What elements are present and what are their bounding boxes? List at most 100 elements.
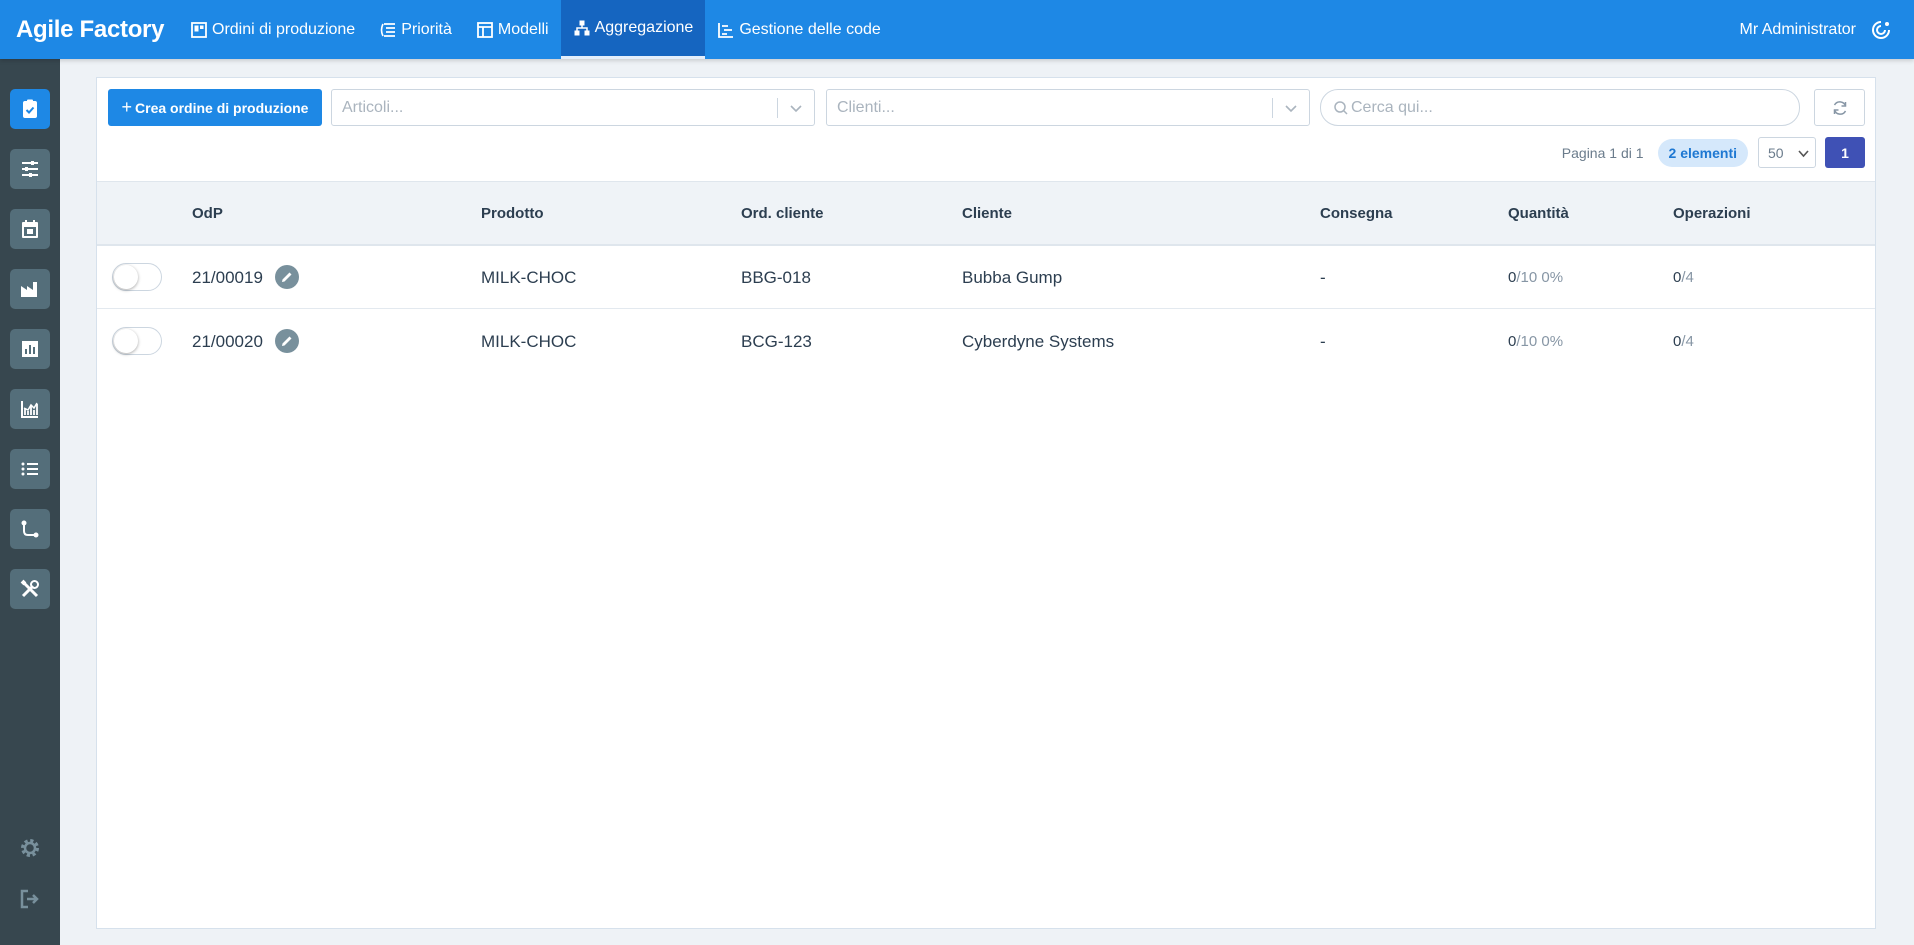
col-operations[interactable]: Operazioni <box>1673 182 1751 245</box>
factory-icon <box>21 282 37 297</box>
sidebar-item-list[interactable] <box>10 449 50 489</box>
hierarchy-icon <box>574 20 590 36</box>
col-product[interactable]: Prodotto <box>481 182 543 245</box>
sidebar-item-factory[interactable] <box>10 269 50 309</box>
sidebar-item-priorities[interactable] <box>10 149 50 189</box>
pencil-icon <box>281 272 292 282</box>
orders-panel: + Crea ordine di produzione Articoli... … <box>96 77 1876 929</box>
col-odp[interactable]: OdP <box>192 182 223 245</box>
line-chart-icon <box>21 401 38 418</box>
table-header: OdP Prodotto Ord. cliente Cliente Conseg… <box>97 181 1875 246</box>
count-badge: 2 elementi <box>1657 138 1748 167</box>
per-page-value: 50 <box>1768 144 1784 161</box>
sidebar <box>0 59 60 945</box>
clipboard-check-icon <box>23 99 37 118</box>
odp-value: 21/00019 <box>192 268 263 287</box>
row-toggle[interactable] <box>112 263 162 291</box>
articles-placeholder: Articoli... <box>342 98 404 116</box>
col-quantity[interactable]: Quantità <box>1508 182 1569 245</box>
nav-modelli[interactable]: Modelli <box>464 0 561 59</box>
sidebar-settings[interactable] <box>16 834 44 862</box>
col-client[interactable]: Cliente <box>962 182 1012 245</box>
user-logo-icon <box>1872 20 1890 39</box>
nav-label: Ordini di produzione <box>212 20 356 38</box>
chevron-down-icon <box>1798 150 1809 158</box>
page-info: Pagina 1 di 1 <box>1561 144 1644 161</box>
plus-icon: + <box>121 97 133 117</box>
sidebar-item-routing[interactable] <box>10 509 50 549</box>
nav-aggregazione[interactable]: Aggregazione <box>560 0 706 59</box>
refresh-icon <box>1833 100 1846 115</box>
ops-total: /4 <box>1681 269 1694 286</box>
tools-icon <box>20 579 39 598</box>
client-order-cell: BCG-123 <box>741 332 812 351</box>
nav-ordini-di-produzione[interactable]: Ordini di produzione <box>178 0 367 59</box>
nav-label: Priorità <box>401 20 452 38</box>
col-delivery[interactable]: Consegna <box>1320 182 1393 245</box>
table-row[interactable]: 21/00020 MILK-CHOC BCG-123 Cyberdyne Sys… <box>97 310 1875 373</box>
odp-cell: 21/00019 <box>192 246 299 309</box>
list-icon <box>21 462 38 476</box>
chevron-down-icon <box>1285 105 1297 113</box>
pagination: Pagina 1 di 1 2 elementi 50 1 <box>1562 137 1865 168</box>
bar-chart-icon <box>22 341 38 357</box>
qty-total: /10 <box>1516 333 1538 350</box>
qty-total: /10 <box>1516 269 1538 286</box>
board-icon <box>191 21 207 38</box>
sidebar-item-orders[interactable] <box>10 89 50 129</box>
nav-gestione-delle-code[interactable]: Gestione delle code <box>705 0 892 59</box>
delivery-cell: - <box>1320 332 1326 351</box>
operations-cell: 0/4 <box>1673 246 1694 309</box>
col-client-order[interactable]: Ord. cliente <box>741 182 824 245</box>
create-order-label: Crea ordine di produzione <box>135 99 309 116</box>
client-order-cell: BBG-018 <box>741 268 811 287</box>
template-icon <box>476 21 493 38</box>
nav-label: Aggregazione <box>594 19 694 36</box>
logout-icon <box>20 889 39 909</box>
per-page-select[interactable]: 50 <box>1758 137 1816 168</box>
user-menu[interactable]: Mr Administrator <box>1740 19 1914 41</box>
articles-select[interactable]: Articoli... <box>331 89 815 126</box>
product-cell: MILK-CHOC <box>481 332 577 351</box>
edit-button[interactable] <box>274 264 299 289</box>
sidebar-item-calendar[interactable] <box>10 209 50 249</box>
odp-cell: 21/00020 <box>192 310 299 373</box>
qty-percent: 0% <box>1541 269 1564 286</box>
client-cell: Bubba Gump <box>962 268 1063 287</box>
search-icon <box>1334 100 1348 115</box>
search-input[interactable] <box>1351 98 1771 117</box>
priority-icon <box>380 22 396 37</box>
app-brand[interactable]: Agile Factory <box>0 16 178 44</box>
search-box <box>1320 89 1800 126</box>
odp-value: 21/00020 <box>192 332 263 351</box>
user-name: Mr Administrator <box>1739 20 1856 38</box>
delivery-cell: - <box>1320 268 1326 287</box>
nav-priorita[interactable]: Priorità <box>367 0 464 59</box>
row-toggle[interactable] <box>112 327 162 355</box>
sliders-icon <box>22 161 38 177</box>
nav-label: Gestione delle code <box>739 20 881 38</box>
pencil-icon <box>281 336 292 346</box>
edit-button[interactable] <box>274 328 299 353</box>
sidebar-logout[interactable] <box>16 885 44 913</box>
sidebar-item-tools[interactable] <box>10 569 50 609</box>
sidebar-item-reports[interactable] <box>10 389 50 429</box>
table-row[interactable]: 21/00019 MILK-CHOC BBG-018 Bubba Gump - … <box>97 246 1875 309</box>
queue-icon <box>718 22 734 38</box>
top-navbar: Agile Factory Ordini di produzione Prior… <box>0 0 1914 59</box>
main-nav: Ordini di produzione Priorità Modelli Ag… <box>178 0 893 59</box>
quantity-cell: 0/10 0% <box>1508 310 1563 373</box>
product-cell: MILK-CHOC <box>481 268 577 287</box>
operations-cell: 0/4 <box>1673 310 1694 373</box>
refresh-button[interactable] <box>1814 89 1865 126</box>
route-icon <box>21 520 39 538</box>
clients-select[interactable]: Clienti... <box>826 89 1310 126</box>
ops-total: /4 <box>1681 333 1694 350</box>
nav-label: Modelli <box>497 20 549 38</box>
gear-icon <box>21 839 39 857</box>
client-cell: Cyberdyne Systems <box>962 332 1115 351</box>
page-button-1[interactable]: 1 <box>1825 137 1865 168</box>
calendar-icon <box>22 220 38 238</box>
create-order-button[interactable]: + Crea ordine di produzione <box>108 89 322 126</box>
sidebar-item-stats[interactable] <box>10 329 50 369</box>
